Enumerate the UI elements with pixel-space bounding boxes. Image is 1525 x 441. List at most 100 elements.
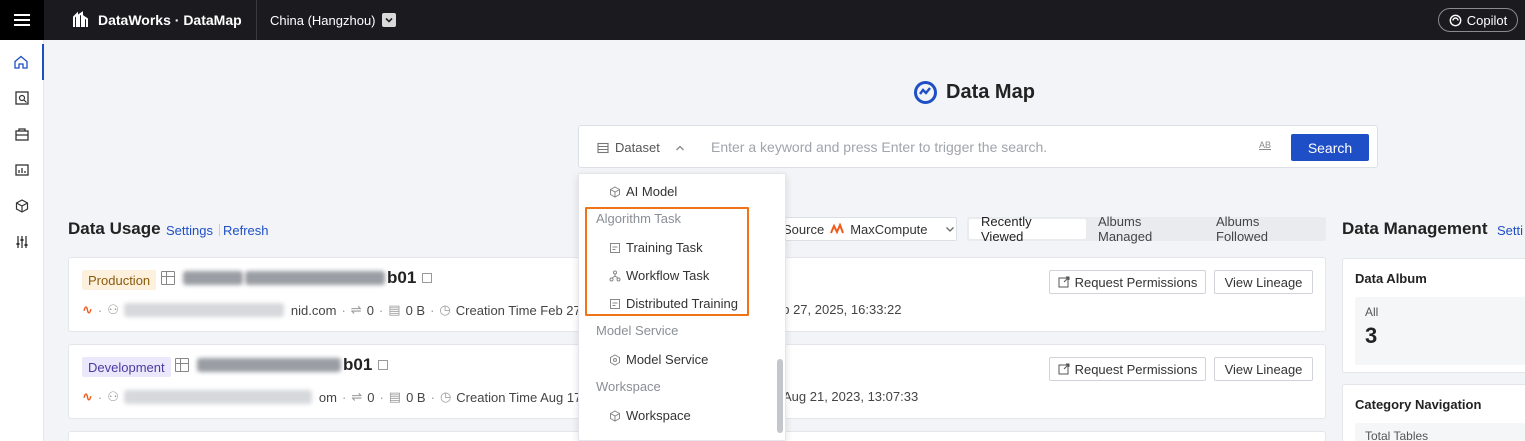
data-management-title: Data Management <box>1342 219 1488 238</box>
data-management-settings-link[interactable]: Setti <box>1497 223 1523 238</box>
source-selector[interactable]: Source MaxCompute <box>760 217 957 241</box>
album-all-card[interactable]: All 3 <box>1355 297 1525 365</box>
region-selector[interactable]: China (Hangzhou) <box>270 0 396 40</box>
table-meta: ∿ · ⚇ om · ⇌ 0 · ▤ 0 B · ◷ Creation Time… <box>82 389 603 405</box>
cube-icon <box>610 185 620 198</box>
dropdown-item-label: Model Service <box>626 352 709 367</box>
meta-dot: · <box>430 389 435 405</box>
link-divider <box>219 224 220 236</box>
data-album-panel: Data Album All 3 <box>1342 258 1525 373</box>
case-toggle-icon[interactable]: AB <box>1259 140 1271 150</box>
sidebar-item-toolbox[interactable] <box>0 116 44 152</box>
table-size: 0 B <box>406 389 426 405</box>
meta-dot: · <box>379 389 384 405</box>
case-toggle-label: AB <box>1259 140 1272 150</box>
dataset-icon <box>597 142 609 153</box>
hamburger-menu-button[interactable] <box>0 0 44 40</box>
table-icon <box>175 358 189 372</box>
page-title-text: Data Map <box>946 81 1035 103</box>
category-navigation-title: Category Navigation <box>1355 397 1482 412</box>
search-type-label: Dataset <box>615 140 660 155</box>
chevron-up-icon <box>675 145 684 150</box>
menu-icon <box>14 19 30 21</box>
dropdown-group-model-service: Model Service <box>596 323 679 338</box>
modified-time: eb 27, 2025, 16:33:22 <box>775 302 902 317</box>
table-name[interactable]: b01 <box>183 268 433 288</box>
redacted-name <box>245 271 385 285</box>
brand[interactable]: DataWorks · DataMap <box>72 0 242 40</box>
access-count: 0 <box>367 389 375 405</box>
source-label: Source <box>783 221 825 237</box>
modified-time: Aug 21, 2023, 13:07:33 <box>783 389 919 404</box>
album-count: 3 <box>1365 323 1378 348</box>
view-lineage-button[interactable]: View Lineage <box>1214 357 1313 381</box>
region-label: China (Hangzhou) <box>270 12 376 28</box>
search-type-selector[interactable]: Dataset <box>597 126 686 169</box>
highlight-box <box>585 207 749 316</box>
meta-dot: · <box>341 389 347 405</box>
meta-dot: · <box>97 389 103 405</box>
env-badge: Development <box>82 357 171 377</box>
cube-icon <box>15 199 29 213</box>
dropdown-item-model-service[interactable]: Model Service <box>609 352 708 367</box>
redacted-name <box>183 271 243 285</box>
dropdown-item-label: Workspace <box>626 408 691 423</box>
chevron-down-icon <box>381 13 396 27</box>
clock-icon: ◷ <box>439 389 452 404</box>
search-bar: Dataset AB Search <box>578 125 1378 168</box>
page-title: Data Map <box>913 80 1035 105</box>
total-tables-label: Total Tables <box>1365 429 1429 441</box>
search-input[interactable] <box>711 137 1241 157</box>
tab-albums-managed[interactable]: Albums Managed <box>1086 214 1204 244</box>
top-bar: DataWorks · DataMap China (Hangzhou) Cop… <box>0 0 1525 40</box>
toolbox-icon <box>15 128 29 141</box>
copilot-icon <box>1449 14 1462 26</box>
maxcompute-icon: ∿ <box>82 302 93 317</box>
access-count: 0 <box>366 302 374 318</box>
request-permissions-button[interactable]: Request Permissions <box>1049 357 1206 381</box>
dropdown-item-ai-model[interactable]: AI Model <box>609 184 677 199</box>
search-button[interactable]: Search <box>1291 134 1369 161</box>
data-usage-settings-link[interactable]: Settings <box>166 223 213 238</box>
redacted-name <box>197 358 341 372</box>
meta-dot: · <box>341 302 346 318</box>
datamap-logo-icon <box>914 81 937 104</box>
sidebar-item-models[interactable] <box>0 188 44 224</box>
search-button-label: Search <box>1307 139 1353 156</box>
dropdown-scrollbar[interactable] <box>777 359 783 433</box>
external-link-icon <box>1058 276 1070 288</box>
env-badge: Production <box>82 270 157 290</box>
meta-dot: · <box>378 302 384 318</box>
view-lineage-button[interactable]: View Lineage <box>1214 270 1313 294</box>
sidebar <box>0 40 44 441</box>
view-tabs: Recently Viewed Albums Managed Albums Fo… <box>967 214 1326 244</box>
view-lineage-label: View Lineage <box>1224 361 1303 377</box>
sliders-icon <box>16 236 28 248</box>
sidebar-item-settings[interactable] <box>0 224 44 260</box>
copilot-button[interactable]: Copilot <box>1438 8 1518 32</box>
request-permissions-label: Request Permissions <box>1074 361 1198 377</box>
data-usage-title: Data Usage <box>68 219 161 238</box>
owner-email-suffix: nid.com <box>290 302 337 318</box>
chevron-down-icon <box>945 227 954 232</box>
table-size: 0 B <box>405 302 426 318</box>
request-permissions-button[interactable]: Request Permissions <box>1049 270 1206 294</box>
home-icon <box>14 55 28 69</box>
data-usage-refresh-link[interactable]: Refresh <box>223 223 269 238</box>
sidebar-item-home[interactable] <box>0 44 44 80</box>
sidebar-item-search[interactable] <box>0 80 44 116</box>
copy-icon[interactable] <box>422 273 433 283</box>
dropdown-item-label: AI Model <box>626 184 678 199</box>
table-name[interactable]: b01 <box>197 355 389 375</box>
dropdown-item-workspace[interactable]: Workspace <box>609 408 691 423</box>
total-tables-card[interactable]: Total Tables <box>1355 423 1525 441</box>
owner-email-suffix: om <box>318 389 337 405</box>
copy-icon[interactable] <box>378 360 389 370</box>
source-value: MaxCompute <box>850 221 928 237</box>
sidebar-item-dashboard[interactable] <box>0 152 44 188</box>
category-navigation-panel: Category Navigation Total Tables <box>1342 384 1525 441</box>
tab-recently-viewed[interactable]: Recently Viewed <box>969 214 1086 244</box>
tab-albums-followed[interactable]: Albums Followed <box>1204 214 1322 244</box>
external-link-icon <box>1058 363 1070 375</box>
dataworks-logo-icon <box>73 11 88 27</box>
